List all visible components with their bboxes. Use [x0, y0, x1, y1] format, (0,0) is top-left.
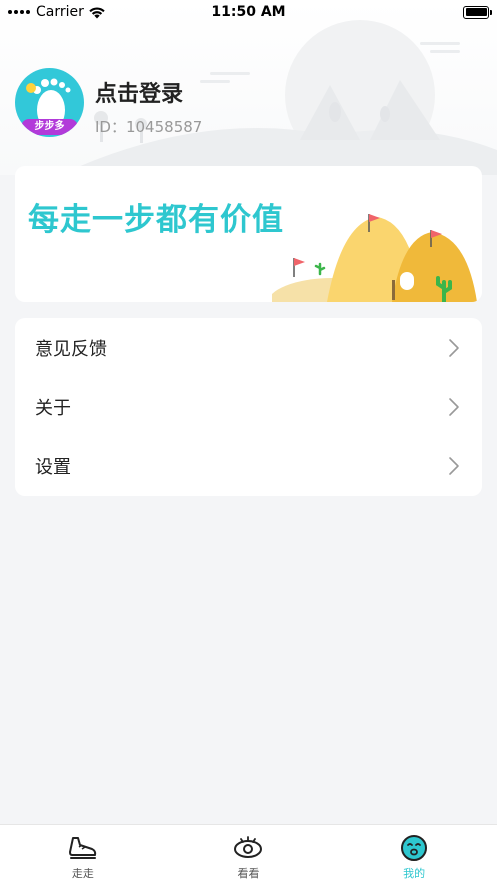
- banner-slogan: 每走一步都有价值: [28, 202, 284, 238]
- tab-walk[interactable]: 走走: [0, 825, 165, 881]
- menu-item-settings[interactable]: 设置: [15, 437, 482, 496]
- wifi-icon: [89, 6, 105, 18]
- menu-item-label: 设置: [35, 457, 71, 479]
- avatar-badge: 步步多: [21, 119, 78, 135]
- login-button[interactable]: 点击登录: [95, 76, 183, 108]
- chevron-right-icon: [449, 398, 459, 416]
- tab-label: 我的: [403, 867, 426, 880]
- settings-menu: 意见反馈 关于 设置: [15, 318, 482, 496]
- tab-label: 看看: [237, 867, 260, 880]
- carrier-label: Carrier: [36, 4, 84, 20]
- tab-label: 走走: [71, 867, 94, 880]
- status-left: Carrier: [8, 4, 106, 20]
- menu-item-label: 意见反馈: [35, 338, 107, 360]
- tab-bar: 走走 看看 我的: [0, 824, 497, 883]
- tab-watch[interactable]: 看看: [166, 825, 331, 881]
- status-bar: Carrier 11:50 AM: [0, 0, 497, 24]
- avatar[interactable]: 步步多: [15, 68, 84, 137]
- signal-icon: [8, 10, 30, 14]
- eye-icon: [234, 836, 263, 858]
- hills-illustration: [272, 214, 477, 302]
- menu-item-label: 关于: [35, 397, 71, 419]
- menu-item-about[interactable]: 关于: [15, 377, 482, 436]
- chevron-right-icon: [449, 457, 459, 476]
- menu-item-feedback[interactable]: 意见反馈: [15, 318, 482, 377]
- battery-icon: [463, 5, 492, 19]
- face-icon: [401, 835, 428, 861]
- banner[interactable]: 每走一步都有价值: [15, 166, 482, 302]
- shoe-icon: [68, 837, 97, 859]
- tab-mine[interactable]: 我的: [332, 825, 497, 881]
- chevron-right-icon: [449, 338, 459, 357]
- user-id: ID：10458587: [95, 118, 203, 136]
